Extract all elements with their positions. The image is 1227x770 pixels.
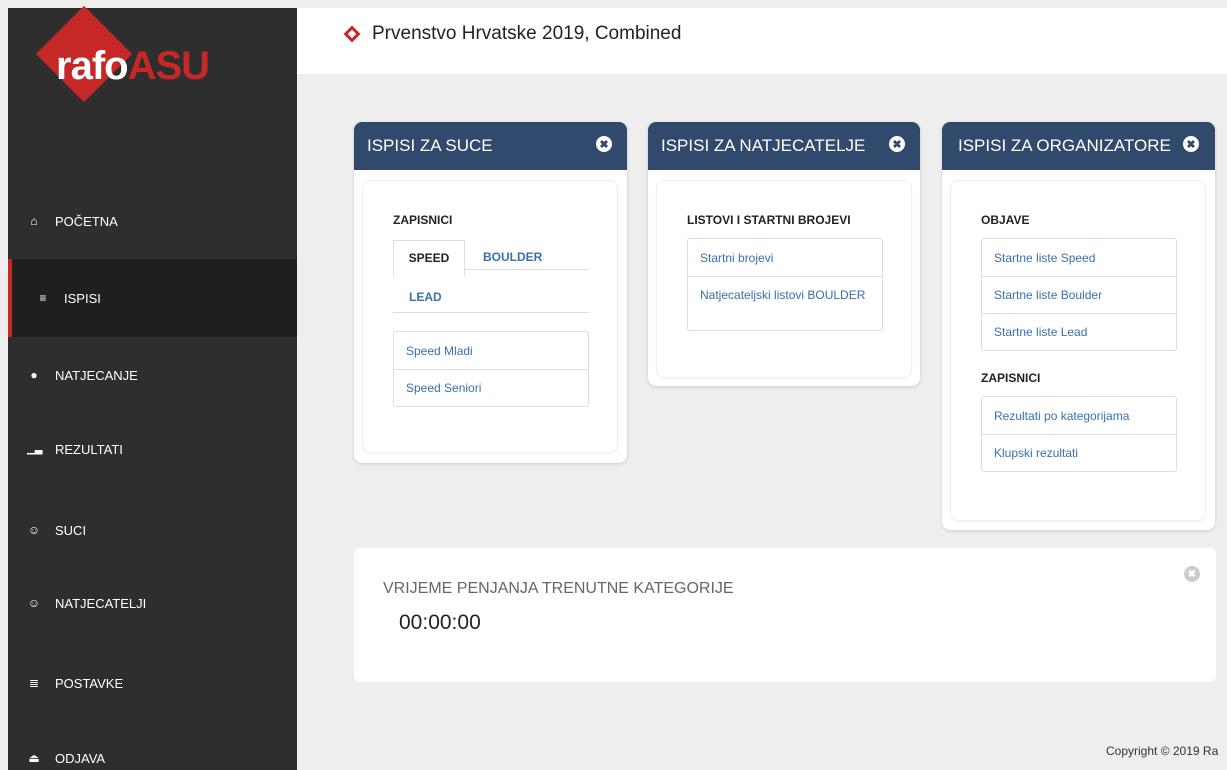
eject-icon: ⏏ bbox=[28, 751, 40, 765]
sidebar-item-postavke[interactable]: ≣ POSTAVKE bbox=[8, 644, 297, 722]
sidebar: rafoASU ⌂ POČETNA ≡ ISPISI ● NATJECANJE … bbox=[8, 5, 297, 770]
logo-text: rafoASU bbox=[56, 44, 210, 88]
tab-boulder[interactable]: BOULDER bbox=[483, 240, 542, 276]
close-icon[interactable]: ✖ bbox=[1184, 566, 1200, 582]
report-list: Startni brojevi Natjecateljski listovi B… bbox=[687, 238, 883, 331]
bar-chart-icon: ▁▃ bbox=[27, 443, 43, 455]
sidebar-item-odjava[interactable]: ⏏ ODJAVA bbox=[8, 719, 297, 770]
close-icon[interactable]: ✖ bbox=[596, 136, 612, 152]
panel-ispisi-za-natjecatelje: ISPISI ZA NATJECATELJE ✖ LISTOVI I START… bbox=[648, 122, 920, 386]
exclamation-icon: ● bbox=[30, 368, 38, 382]
panel-title: ISPISI ZA NATJECATELJE bbox=[661, 136, 866, 155]
panel-title: ISPISI ZA SUCE bbox=[367, 136, 493, 155]
sidebar-item-label: REZULTATI bbox=[55, 441, 123, 457]
panel-header: ISPISI ZA ORGANIZATORE ✖ bbox=[942, 122, 1215, 170]
panel-title: ISPISI ZA ORGANIZATORE bbox=[958, 136, 1171, 155]
section-title: ZAPISNICI bbox=[981, 371, 1041, 385]
timer-value: 00:00:00 bbox=[399, 611, 481, 634]
sidebar-item-label: SUCI bbox=[55, 522, 87, 538]
sidebar-item-suci[interactable]: ☺ SUCI bbox=[8, 491, 297, 569]
section-title: ZAPISNICI bbox=[393, 213, 453, 227]
close-icon[interactable]: ✖ bbox=[1183, 136, 1199, 152]
report-list: Startne liste Speed Startne liste Boulde… bbox=[981, 238, 1177, 351]
panel-body: OBJAVE Startne liste Speed Startne liste… bbox=[950, 180, 1206, 521]
sidebar-item-label: POSTAVKE bbox=[55, 675, 124, 691]
tab-speed[interactable]: SPEED bbox=[393, 240, 465, 276]
sidebar-item-rezultati[interactable]: ▁▃ REZULTATI bbox=[8, 410, 297, 488]
panel-body: ZAPISNICI SPEED BOULDER LEAD Speed Mladi… bbox=[362, 180, 618, 453]
sliders-icon: ≣ bbox=[28, 676, 40, 690]
list-item[interactable]: Natjecateljski listovi BOULDER bbox=[688, 276, 882, 330]
timer-label: VRIJEME PENJANJA TRENUTNE KATEGORIJE bbox=[383, 580, 734, 597]
list-item[interactable]: Klupski rezultati bbox=[982, 434, 1176, 471]
database-icon: ≡ bbox=[39, 291, 47, 305]
report-list: Rezultati po kategorijama Klupski rezult… bbox=[981, 396, 1177, 472]
close-icon[interactable]: ✖ bbox=[889, 136, 905, 152]
diamond-icon bbox=[343, 25, 361, 43]
panel-body: LISTOVI I STARTNI BROJEVI Startni brojev… bbox=[656, 180, 912, 378]
list-item[interactable]: Startne liste Boulder bbox=[982, 276, 1176, 313]
header: Prvenstvo Hrvatske 2019, Combined bbox=[297, 8, 1227, 74]
section-title: LISTOVI I STARTNI BROJEVI bbox=[687, 213, 851, 227]
sidebar-item-label: ODJAVA bbox=[55, 750, 106, 766]
page-title: Prvenstvo Hrvatske 2019, Combined bbox=[372, 23, 682, 44]
sidebar-item-label: NATJECANJE bbox=[55, 367, 138, 383]
sidebar-item-ispisi[interactable]: ≡ ISPISI bbox=[8, 259, 297, 337]
list-item[interactable]: Startne liste Lead bbox=[982, 313, 1176, 350]
users-icon: ☺ bbox=[27, 523, 41, 537]
list-item[interactable]: Rezultati po kategorijama bbox=[982, 397, 1176, 434]
sidebar-item-label: ISPISI bbox=[64, 290, 101, 306]
panel-ispisi-za-organizatore: ISPISI ZA ORGANIZATORE ✖ OBJAVE Startne … bbox=[942, 122, 1215, 530]
users-icon: ☺ bbox=[27, 596, 41, 610]
tab-lead[interactable]: LEAD bbox=[409, 279, 442, 315]
timer-panel: VRIJEME PENJANJA TRENUTNE KATEGORIJE 00:… bbox=[354, 548, 1216, 682]
sidebar-item-pocetna[interactable]: ⌂ POČETNA bbox=[8, 182, 297, 260]
panel-header: ISPISI ZA SUCE ✖ bbox=[354, 122, 627, 170]
sidebar-item-label: POČETNA bbox=[55, 213, 118, 229]
panel-header: ISPISI ZA NATJECATELJE ✖ bbox=[648, 122, 920, 170]
list-item[interactable]: Speed Seniori bbox=[394, 369, 588, 406]
logo[interactable]: rafoASU bbox=[8, 5, 297, 138]
report-list: Speed Mladi Speed Seniori bbox=[393, 331, 589, 407]
panel-ispisi-za-suce: ISPISI ZA SUCE ✖ ZAPISNICI SPEED BOULDER… bbox=[354, 122, 627, 463]
section-title: OBJAVE bbox=[981, 213, 1030, 227]
home-icon: ⌂ bbox=[30, 214, 38, 228]
tab-divider bbox=[393, 312, 589, 313]
list-item[interactable]: Startni brojevi bbox=[688, 239, 882, 276]
footer-copyright: Copyright © 2019 Ra bbox=[1106, 744, 1219, 758]
list-item[interactable]: Speed Mladi bbox=[394, 332, 588, 369]
sidebar-item-label: NATJECATELJI bbox=[55, 595, 147, 611]
sidebar-item-natjecatelji[interactable]: ☺ NATJECATELJI bbox=[8, 564, 297, 642]
sidebar-item-natjecanje[interactable]: ● NATJECANJE bbox=[8, 336, 297, 414]
list-item[interactable]: Startne liste Speed bbox=[982, 239, 1176, 276]
